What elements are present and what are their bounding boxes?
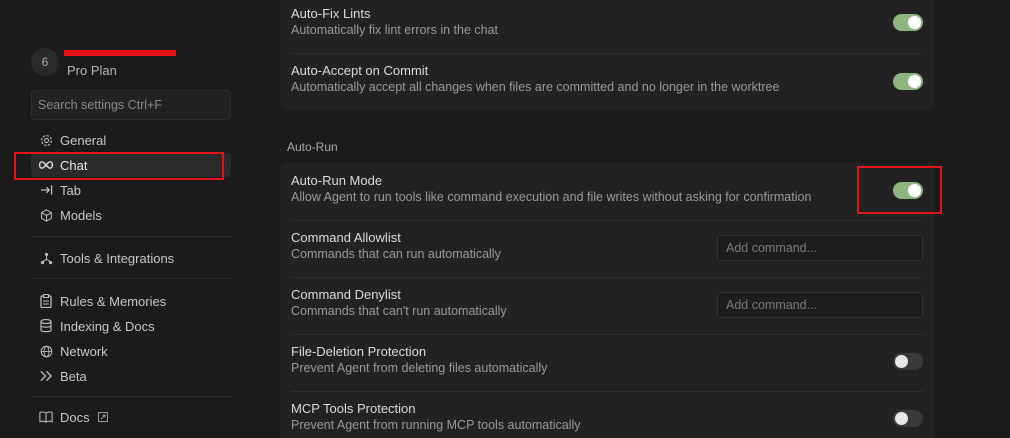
- cube-icon: [38, 207, 54, 223]
- settings-card-auto-run: Auto-Run Mode Allow Agent to run tools l…: [280, 163, 935, 438]
- redaction-mark: [64, 50, 176, 56]
- gear-icon: [38, 132, 54, 148]
- setting-row-command-denylist: Command Denylist Commands that can't run…: [280, 277, 935, 334]
- setting-title: Auto-Accept on Commit: [291, 63, 429, 78]
- sidebar-item-label: General: [60, 132, 107, 148]
- setting-title: File-Deletion Protection: [291, 344, 427, 359]
- setting-description: Automatically fix lint errors in the cha…: [291, 23, 499, 37]
- setting-title: Command Denylist: [291, 287, 401, 302]
- sidebar-item-rules-memories[interactable]: Rules & Memories: [31, 289, 231, 313]
- tab-arrow-icon: [38, 182, 54, 198]
- sidebar-divider: [31, 278, 231, 279]
- setting-row-auto-run-mode: Auto-Run Mode Allow Agent to run tools l…: [280, 163, 935, 220]
- setting-title: Command Allowlist: [291, 230, 401, 245]
- setting-row-mcp-tools-protection: MCP Tools Protection Prevent Agent from …: [280, 391, 935, 438]
- sidebar-item-label: Tab: [60, 182, 81, 198]
- setting-description: Commands that can run automatically: [291, 247, 501, 261]
- auto-accept-on-commit-toggle[interactable]: [893, 73, 923, 90]
- clipboard-icon: [38, 293, 54, 309]
- settings-sidebar: 6 Pro Plan Search settings Ctrl+F Genera…: [0, 0, 250, 438]
- user-profile[interactable]: 6 Pro Plan: [31, 46, 231, 82]
- setting-title: MCP Tools Protection: [291, 401, 416, 416]
- setting-row-auto-fix-lints: Auto-Fix Lints Automatically fix lint er…: [280, 0, 935, 53]
- plan-label: Pro Plan: [67, 63, 117, 78]
- sidebar-item-chat[interactable]: Chat: [31, 153, 231, 177]
- avatar: 6: [31, 48, 59, 76]
- command-allowlist-input[interactable]: Add command...: [717, 235, 923, 261]
- sidebar-item-label: Models: [60, 207, 102, 223]
- sidebar-item-docs[interactable]: Docs: [31, 405, 231, 429]
- setting-row-file-deletion-protection: File-Deletion Protection Prevent Agent f…: [280, 334, 935, 391]
- auto-fix-lints-toggle[interactable]: [893, 14, 923, 31]
- sidebar-item-general[interactable]: General: [31, 128, 231, 152]
- sidebar-item-tab[interactable]: Tab: [31, 178, 231, 202]
- sidebar-item-indexing-docs[interactable]: Indexing & Docs: [31, 314, 231, 338]
- setting-description: Commands that can't run automatically: [291, 304, 507, 318]
- sidebar-divider: [31, 236, 231, 237]
- sidebar-item-label: Tools & Integrations: [60, 250, 175, 266]
- infinity-icon: [38, 157, 54, 173]
- setting-row-command-allowlist: Command Allowlist Commands that can run …: [280, 220, 935, 277]
- tools-icon: [38, 250, 54, 266]
- sidebar-item-label: Docs: [60, 409, 90, 425]
- setting-description: Prevent Agent from deleting files automa…: [291, 361, 548, 375]
- sidebar-item-models[interactable]: Models: [31, 203, 231, 227]
- double-chevron-icon: [38, 368, 54, 384]
- database-icon: [38, 318, 54, 334]
- sidebar-item-beta[interactable]: Beta: [31, 364, 231, 388]
- search-input[interactable]: Search settings Ctrl+F: [31, 90, 231, 120]
- setting-title: Auto-Fix Lints: [291, 6, 371, 21]
- sidebar-divider: [31, 396, 231, 397]
- setting-row-auto-accept-on-commit: Auto-Accept on Commit Automatically acce…: [280, 53, 935, 110]
- command-denylist-input[interactable]: Add command...: [717, 292, 923, 318]
- sidebar-item-tools-integrations[interactable]: Tools & Integrations: [31, 246, 231, 270]
- sidebar-item-network[interactable]: Network: [31, 339, 231, 363]
- sidebar-item-label: Network: [60, 343, 108, 359]
- book-icon: [38, 409, 54, 425]
- file-deletion-protection-toggle[interactable]: [893, 353, 923, 370]
- sidebar-item-label: Indexing & Docs: [60, 318, 155, 334]
- sidebar-item-label: Chat: [60, 157, 88, 173]
- external-link-icon: [97, 412, 108, 422]
- setting-description: Automatically accept all changes when fi…: [291, 80, 780, 94]
- sidebar-item-label: Rules & Memories: [60, 293, 167, 309]
- settings-card-chat: Auto-Fix Lints Automatically fix lint er…: [280, 0, 935, 110]
- setting-description: Allow Agent to run tools like command ex…: [291, 190, 812, 204]
- mcp-tools-protection-toggle[interactable]: [893, 410, 923, 427]
- sidebar-item-label: Beta: [60, 368, 87, 384]
- globe-icon: [38, 343, 54, 359]
- auto-run-mode-toggle[interactable]: [893, 182, 923, 199]
- section-label-auto-run: Auto-Run: [287, 140, 338, 154]
- setting-description: Prevent Agent from running MCP tools aut…: [291, 418, 581, 432]
- setting-title: Auto-Run Mode: [291, 173, 383, 188]
